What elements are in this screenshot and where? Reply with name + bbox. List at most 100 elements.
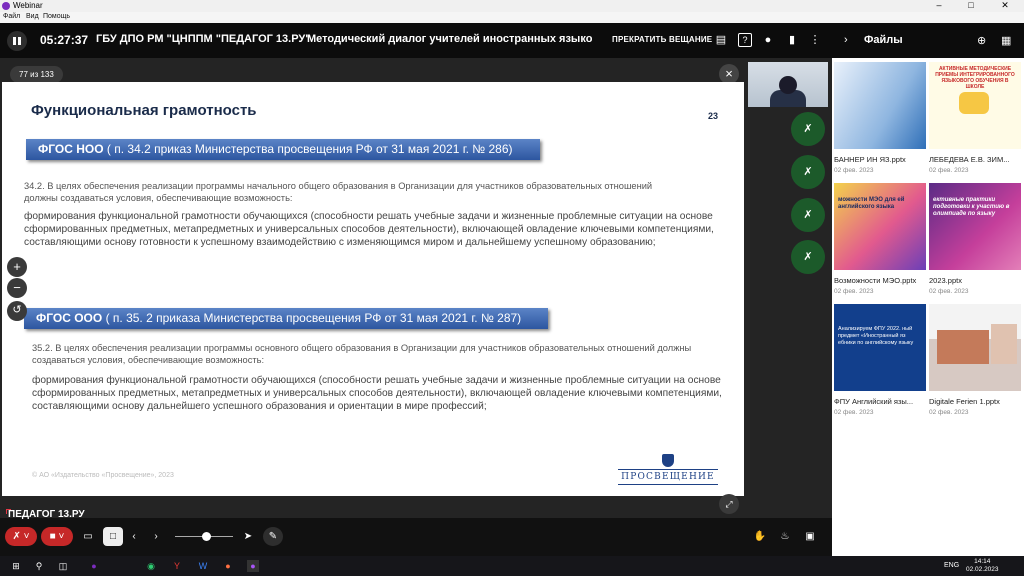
publisher-logo: ПРОСВЕЩЕНИЕ (618, 454, 718, 487)
pause-button[interactable] (7, 31, 27, 51)
collapse-panel-icon[interactable]: › (844, 34, 848, 46)
fullscreen-button[interactable]: ⤢ (719, 494, 739, 514)
next-slide-button[interactable]: › (150, 527, 162, 546)
raise-hand-icon[interactable]: ✋ (751, 527, 769, 546)
os-taskbar: ⊞ ⚲ ◫ ● ◉ Y W ● ● ENG 14:14 02.02.2023 (0, 556, 1024, 576)
participants-icon[interactable]: ● (761, 33, 775, 47)
participant-mic-muted-icon[interactable]: ✗ (791, 198, 825, 232)
prev-slide-button[interactable]: ‹ (128, 527, 140, 546)
participant-mic-muted-icon[interactable]: ✗ (791, 112, 825, 146)
broadcast-topbar: 05:27:37 ГБУ ДПО РМ "ЦНППМ "ПЕДАГОГ 13.Р… (0, 23, 832, 58)
clock-time: 14:14 (974, 558, 991, 565)
noo-intro-text: 34.2. В целях обеспечения реализации про… (24, 181, 653, 203)
yandex-icon[interactable]: Y (171, 560, 183, 572)
window-title: Webinar (13, 1, 43, 10)
document-icon[interactable]: ▮ (785, 33, 799, 47)
window-titlebar: Webinar – □ ✕ (0, 0, 1024, 12)
file-thumbnail: АКТИВНЫЕ МЕТОДИЧЕСКИЕ ПРИЕМЫ ИНТЕГРИРОВА… (929, 62, 1021, 149)
maximize-button[interactable]: □ (956, 0, 986, 10)
file-card[interactable]: АКТИВНЫЕ МЕТОДИЧЕСКИЕ ПРИЕМЫ ИНТЕГРИРОВА… (929, 62, 1021, 177)
file-name: БАННЕР ИН ЯЗ.pptx (834, 155, 906, 164)
publisher-name: ПРОСВЕЩЕНИЕ (621, 472, 715, 482)
menu-bar: Файл Вид Помощь (0, 12, 1024, 23)
files-panel-title: Файлы (864, 34, 903, 46)
system-clock[interactable]: 14:14 02.02.2023 (966, 558, 999, 574)
file-date: 02 фев. 2023 (929, 409, 969, 416)
reset-zoom-button[interactable]: ↺ (7, 301, 27, 321)
zoom-in-button[interactable]: + (7, 257, 27, 277)
chat-icon[interactable]: ▤ (714, 33, 728, 47)
speaker-head (779, 76, 797, 94)
bottom-controls (0, 518, 832, 556)
grid-view-icon[interactable]: ▦ (1001, 34, 1011, 47)
fgos-ooo-label: ФГОС ООО (36, 311, 103, 325)
menu-view[interactable]: Вид (26, 13, 39, 20)
file-date: 02 фев. 2023 (834, 288, 874, 295)
pointer-icon[interactable]: ➤ (242, 527, 254, 546)
webinar-taskbar-icon[interactable]: ● (247, 560, 259, 572)
slide-title: Функциональная грамотность (31, 102, 257, 119)
file-thumbnail: Анализируем ФПУ 2022. ный предмет «Иност… (834, 304, 926, 391)
language-indicator[interactable]: ENG (944, 562, 959, 569)
slide-copyright: © АО «Издательство «Просвещение», 2023 (32, 472, 174, 479)
presentation-mode-icon[interactable]: □ (103, 527, 123, 546)
file-thumbnail (929, 304, 1021, 391)
participant-mic-muted-icon[interactable]: ✗ (791, 240, 825, 274)
file-name: ЛЕБЕДЕВА Е.В. ЗИМ... (929, 155, 1010, 164)
file-card[interactable]: БАННЕР ИН ЯЗ.pptx 02 фев. 2023 (834, 62, 926, 177)
browser-icon[interactable]: ◉ (145, 560, 157, 572)
thumbnail-text: ективные практики подготовки к участию в… (933, 197, 1010, 217)
broadcast-timer: 05:27:37 (40, 33, 89, 47)
webinar-logo-icon (2, 2, 10, 10)
file-name: Digitale Ferien 1.pptx (929, 397, 1000, 406)
file-card[interactable]: Digitale Ferien 1.pptx 02 фев. 2023 (929, 304, 1021, 419)
more-options-icon[interactable]: ⋮ (808, 33, 822, 47)
presentation-slide: Функциональная грамотность 23 ФГОС НОО (… (2, 82, 744, 496)
publisher-emblem-icon (662, 454, 674, 467)
camera-toggle-button[interactable]: ■ ˅ (41, 527, 73, 546)
add-file-icon[interactable]: ⊕ (977, 34, 986, 47)
stop-broadcast-button[interactable]: ПРЕКРАТИТЬ ВЕЩАНИЕ (612, 35, 712, 44)
speaker-video[interactable] (748, 62, 828, 107)
app-icon[interactable]: ● (88, 560, 100, 572)
thumbnail-text: Анализируем ФПУ 2022. ный предмет «Иност… (838, 326, 914, 346)
file-card[interactable]: можности МЭО для ей английского языка Во… (834, 183, 926, 298)
reaction-icon[interactable]: ♨ (776, 527, 794, 546)
search-icon[interactable]: ⚲ (33, 560, 45, 572)
organizer-name: ГБУ ДПО РМ "ЦНППМ "ПЕДАГОГ 13.РУ" (96, 33, 311, 45)
close-presentation-button[interactable]: × (719, 64, 739, 84)
menu-help[interactable]: Помощь (43, 13, 70, 20)
brand-logo: ПЕДАГОГ 13.РУ (6, 509, 85, 520)
event-title: Методический диалог учителей иностранных… (307, 33, 592, 45)
file-date: 02 фев. 2023 (834, 167, 874, 174)
task-view-icon[interactable]: ◫ (57, 560, 69, 572)
file-name: ФПУ Английский язы... (834, 397, 914, 406)
screen-share-icon[interactable]: ▭ (80, 527, 96, 546)
thumbnail-text: АКТИВНЫЕ МЕТОДИЧЕСКИЕ ПРИЕМЫ ИНТЕГРИРОВА… (935, 66, 1015, 90)
file-thumbnail: можности МЭО для ей английского языка (834, 183, 926, 270)
mic-toggle-button[interactable]: ✗ ˅ (5, 527, 37, 546)
word-icon[interactable]: W (197, 560, 209, 572)
file-date: 02 фев. 2023 (834, 409, 874, 416)
menu-file[interactable]: Файл (3, 13, 20, 20)
start-icon[interactable]: ⊞ (10, 560, 22, 572)
window-close-button[interactable]: ✕ (990, 0, 1020, 11)
minimize-button[interactable]: – (924, 0, 954, 10)
layout-icon[interactable]: ▣ (801, 527, 819, 546)
firefox-icon[interactable]: ● (222, 560, 234, 572)
fgos-ooo-banner: ФГОС ООО ( п. 35. 2 приказа Министерства… (24, 308, 548, 329)
file-date: 02 фев. 2023 (929, 288, 969, 295)
file-card[interactable]: ективные практики подготовки к участию в… (929, 183, 1021, 298)
file-card[interactable]: Анализируем ФПУ 2022. ный предмет «Иност… (834, 304, 926, 419)
files-panel-header: › Файлы ⊕ ▦ (832, 23, 1024, 58)
volume-slider[interactable] (175, 527, 235, 546)
question-icon[interactable]: ? (738, 33, 752, 47)
participant-mic-muted-icon[interactable]: ✗ (791, 155, 825, 189)
thumbnail-text: можности МЭО для ей английского языка (838, 197, 905, 210)
slide-counter: 77 из 133 (10, 66, 63, 83)
draw-tool-icon[interactable]: ✎ (263, 527, 283, 546)
ooo-body-text: формирования функциональной грамотности … (32, 375, 722, 412)
zoom-out-button[interactable]: − (7, 278, 27, 298)
clock-date: 02.02.2023 (966, 566, 999, 573)
fgos-ooo-reference: ( п. 35. 2 приказа Министерства просвеще… (102, 311, 522, 325)
